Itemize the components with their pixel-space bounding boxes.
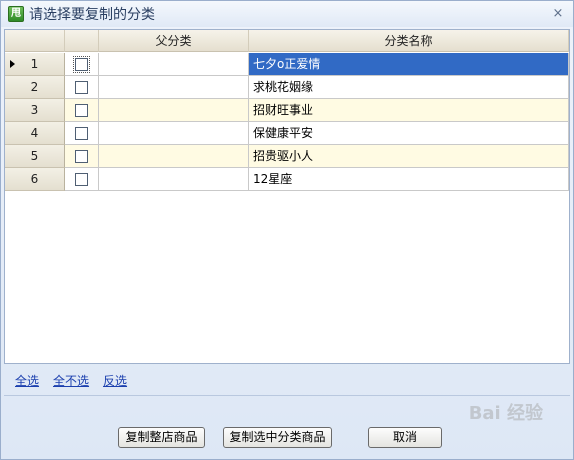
selection-links: 全选 全不选 反选 — [15, 372, 127, 389]
row-header[interactable]: 2 — [5, 76, 65, 99]
copy-whole-store-button[interactable]: 复制整店商品 — [118, 427, 205, 448]
cancel-button[interactable]: 取消 — [368, 427, 442, 448]
row-checkbox[interactable] — [75, 150, 88, 163]
category-name-header[interactable]: 分类名称 — [249, 30, 569, 52]
parent-category-header[interactable]: 父分类 — [99, 30, 249, 52]
row-number: 4 — [30, 126, 39, 140]
row-number: 2 — [30, 80, 39, 94]
table-row[interactable]: 1 七夕o正爱情 — [5, 53, 569, 76]
row-checkbox[interactable] — [75, 81, 88, 94]
current-row-indicator-icon — [10, 60, 15, 68]
checkbox-cell — [65, 76, 99, 99]
parent-category-cell[interactable] — [99, 168, 249, 191]
checkbox-cell — [65, 168, 99, 191]
row-header[interactable]: 4 — [5, 122, 65, 145]
category-name-cell[interactable]: 招贵驱小人 — [249, 145, 569, 168]
select-all-link[interactable]: 全选 — [15, 372, 39, 389]
parent-category-cell[interactable] — [99, 76, 249, 99]
title-bar[interactable]: 甩 请选择要复制的分类 × — [1, 1, 573, 27]
table-row[interactable]: 6 12星座 — [5, 168, 569, 191]
row-header[interactable]: 1 — [5, 53, 65, 76]
app-logo-icon: 甩 — [8, 6, 24, 22]
category-name-cell[interactable]: 七夕o正爱情 — [249, 53, 569, 76]
row-number-header — [5, 30, 65, 52]
row-number: 1 — [30, 57, 39, 71]
table-row[interactable]: 3 招财旺事业 — [5, 99, 569, 122]
row-number: 6 — [30, 172, 39, 186]
checkbox-cell — [65, 99, 99, 122]
row-number: 3 — [30, 103, 39, 117]
category-grid: 父分类 分类名称 1 七夕o正爱情 2 求桃花姻缘 3 招财旺事业 4 保健康平… — [4, 29, 570, 364]
grid-header: 父分类 分类名称 — [5, 30, 569, 52]
row-header[interactable]: 5 — [5, 145, 65, 168]
parent-category-cell[interactable] — [99, 122, 249, 145]
copy-selected-categories-button[interactable]: 复制选中分类商品 — [223, 427, 332, 448]
copy-category-dialog: 甩 请选择要复制的分类 × 父分类 分类名称 1 七夕o正爱情 2 求桃花姻缘 — [0, 0, 574, 460]
parent-category-cell[interactable] — [99, 145, 249, 168]
parent-category-cell[interactable] — [99, 53, 249, 76]
table-row[interactable]: 4 保健康平安 — [5, 122, 569, 145]
checkbox-header — [65, 30, 99, 52]
table-row[interactable]: 5 招贵驱小人 — [5, 145, 569, 168]
parent-category-cell[interactable] — [99, 99, 249, 122]
category-name-cell[interactable]: 招财旺事业 — [249, 99, 569, 122]
category-name-cell[interactable]: 求桃花姻缘 — [249, 76, 569, 99]
close-icon[interactable]: × — [551, 7, 565, 21]
row-checkbox[interactable] — [75, 173, 88, 186]
category-name-cell[interactable]: 12星座 — [249, 168, 569, 191]
table-row[interactable]: 2 求桃花姻缘 — [5, 76, 569, 99]
select-none-link[interactable]: 全不选 — [53, 372, 89, 389]
invert-selection-link[interactable]: 反选 — [103, 372, 127, 389]
row-header[interactable]: 6 — [5, 168, 65, 191]
checkbox-cell — [65, 145, 99, 168]
row-checkbox[interactable] — [75, 104, 88, 117]
watermark-logo: Bai 经验 — [468, 403, 543, 424]
checkbox-cell — [65, 122, 99, 145]
checkbox-cell — [65, 53, 99, 76]
dialog-title: 请选择要复制的分类 — [29, 7, 155, 23]
row-checkbox[interactable] — [75, 127, 88, 140]
divider — [4, 395, 570, 396]
row-checkbox[interactable] — [73, 56, 90, 73]
category-name-cell[interactable]: 保健康平安 — [249, 122, 569, 145]
row-header[interactable]: 3 — [5, 99, 65, 122]
row-number: 5 — [30, 149, 39, 163]
